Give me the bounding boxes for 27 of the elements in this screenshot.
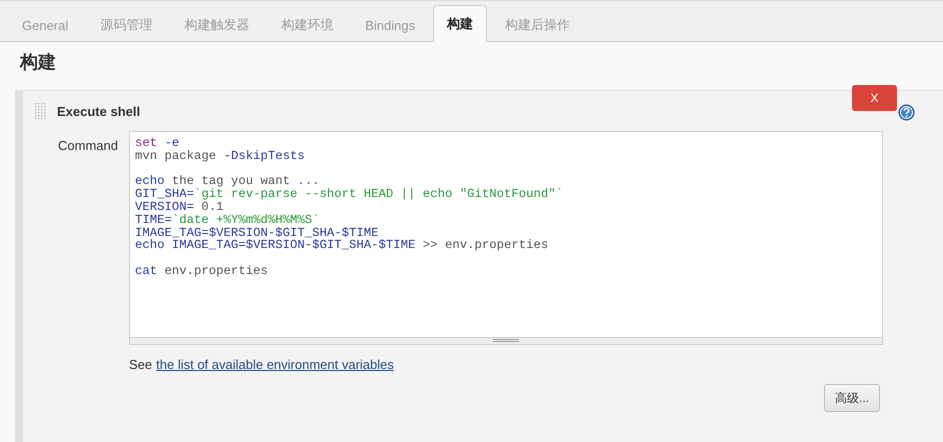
tab[interactable]: 构建后操作 <box>491 7 584 42</box>
delete-button[interactable]: X <box>852 85 897 111</box>
command-editor[interactable] <box>129 131 883 345</box>
field-label: Command <box>57 137 119 155</box>
help-icon[interactable] <box>898 104 915 121</box>
hint-text: See <box>129 357 152 372</box>
code-line: echo the tag you want ... <box>135 175 320 188</box>
advanced-button[interactable]: 高级... <box>824 384 880 412</box>
drag-handle-icon[interactable] <box>35 103 47 119</box>
tab[interactable]: 构建触发器 <box>170 7 264 42</box>
tab[interactable]: 源码管理 <box>86 7 166 42</box>
code-line: mvn package -DskipTests <box>135 150 306 163</box>
code-line: GIT_SHA=`git rev-parse --short HEAD || echo "GitNotFound"` <box>135 188 564 201</box>
code-line: cat env.properties <box>135 264 269 278</box>
tab[interactable]: Bindings <box>351 7 430 42</box>
env-variables-link[interactable]: the list of available environment variables <box>156 357 394 372</box>
code-line: TIME=`date +%Y%m%d%H%M%S` <box>135 214 320 227</box>
step-title: Execute shell <box>57 104 140 118</box>
tab[interactable]: General <box>8 7 82 42</box>
tab[interactable]: 构建 <box>433 5 488 42</box>
code-line: set -e <box>135 137 180 150</box>
section-title: 构建 <box>18 51 57 74</box>
code-line: IMAGE_TAG=$VERSION-$GIT_SHA-$TIME <box>135 226 379 240</box>
tab[interactable]: 构建环境 <box>267 7 348 42</box>
code-line: VERSION= 0.1 <box>135 200 225 214</box>
resize-handle[interactable] <box>130 337 882 344</box>
code-line: echo IMAGE_TAG=$VERSION-$GIT_SHA-$TIME >> env.properties <box>135 239 550 252</box>
